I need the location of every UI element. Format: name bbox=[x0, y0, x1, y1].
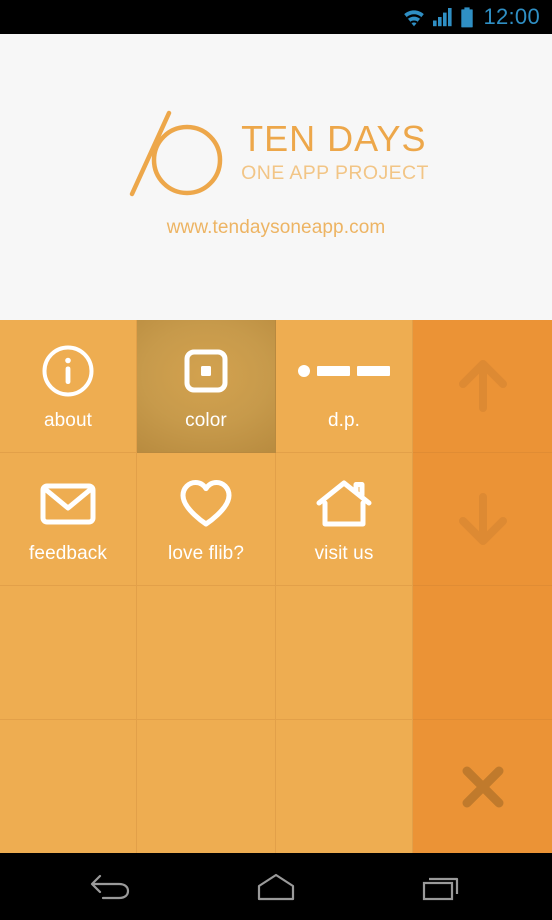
grid-tile-feedback[interactable]: feedback bbox=[0, 453, 137, 586]
logo: TEN DAYS ONE APP PROJECT bbox=[123, 108, 429, 200]
grid-tile-side-blank[interactable] bbox=[413, 586, 552, 720]
grid-tile-label: d.p. bbox=[327, 409, 361, 431]
grid-tile-color[interactable]: color bbox=[137, 320, 276, 453]
heart-icon bbox=[178, 476, 234, 532]
grid-tile-empty-6[interactable] bbox=[276, 720, 413, 853]
logo-wordmark: TEN DAYS ONE APP PROJECT bbox=[241, 121, 429, 186]
grid-tile-dp[interactable]: d.p. bbox=[276, 320, 413, 453]
info-circle-icon bbox=[41, 343, 95, 399]
grid-tile-about[interactable]: about bbox=[0, 320, 137, 453]
app-header: TEN DAYS ONE APP PROJECT www.tendaysonea… bbox=[0, 34, 552, 320]
grid-tile-love-flib[interactable]: love flib? bbox=[137, 453, 276, 586]
close-x-icon bbox=[455, 759, 511, 815]
grid-tile-scroll-down[interactable] bbox=[413, 453, 552, 586]
nav-recents-button[interactable] bbox=[359, 853, 524, 920]
dot-dash-icon bbox=[298, 343, 390, 399]
grid-tile-label: color bbox=[185, 409, 227, 431]
grid-tile-label: about bbox=[43, 409, 93, 431]
grid-tile-scroll-up[interactable] bbox=[413, 320, 552, 453]
nav-back-button[interactable] bbox=[28, 853, 193, 920]
phone-screen: 12:00 TEN DAYS ONE APP PROJECT www.tenda… bbox=[0, 0, 552, 920]
website-url: www.tendaysoneapp.com bbox=[166, 217, 386, 238]
recents-icon bbox=[423, 877, 459, 900]
dot-glyph bbox=[298, 364, 310, 377]
grid-tile-empty-4[interactable] bbox=[0, 720, 137, 853]
grid-tile-visit-us[interactable]: visit us bbox=[276, 453, 413, 586]
arrow-down-icon bbox=[455, 491, 511, 547]
home-icon bbox=[257, 873, 295, 900]
grid-tile-label: feedback bbox=[29, 542, 107, 564]
grid-tile-label: love flib? bbox=[168, 542, 244, 564]
logo-subtitle: ONE APP PROJECT bbox=[241, 162, 429, 185]
grid-tile-empty-5[interactable] bbox=[137, 720, 276, 853]
grid-tile-empty-3[interactable] bbox=[276, 586, 413, 720]
status-bar-icons bbox=[401, 6, 474, 28]
grid-tile-empty-1[interactable] bbox=[0, 586, 137, 720]
grid-tile-close[interactable] bbox=[413, 720, 552, 853]
back-arrow-icon bbox=[90, 874, 129, 899]
battery-icon bbox=[461, 6, 474, 27]
envelope-icon bbox=[39, 476, 97, 532]
grid-tile-empty-2[interactable] bbox=[137, 586, 276, 720]
status-bar: 12:00 bbox=[0, 0, 552, 34]
house-icon bbox=[315, 476, 373, 532]
dash-glyph bbox=[317, 365, 350, 376]
android-nav-bar bbox=[0, 853, 552, 920]
signal-icon bbox=[433, 8, 453, 27]
nav-home-button[interactable] bbox=[193, 853, 358, 920]
wifi-icon bbox=[404, 10, 425, 27]
slash-circle-logo-icon bbox=[129, 110, 223, 197]
arrow-up-icon bbox=[455, 358, 511, 414]
grid-tile-label: visit us bbox=[314, 542, 374, 564]
square-in-square-icon bbox=[179, 343, 233, 399]
logo-title: TEN DAYS bbox=[241, 118, 427, 160]
status-bar-clock: 12:00 bbox=[483, 4, 540, 29]
dash-glyph bbox=[357, 365, 390, 376]
menu-grid: about color d.p. feedback love flib? vis… bbox=[0, 320, 552, 853]
